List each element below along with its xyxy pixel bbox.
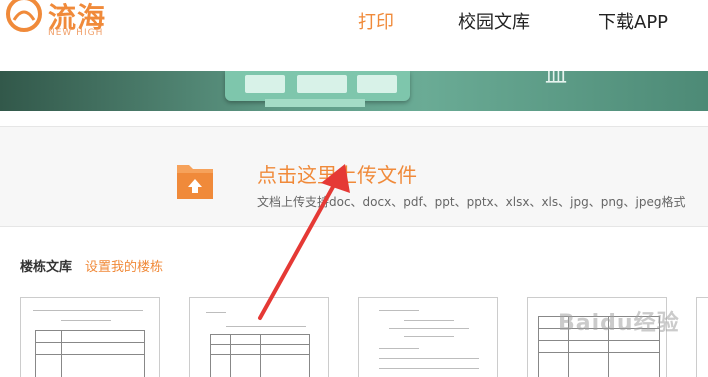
logo-mark-icon (6, 0, 42, 32)
nav-download-app[interactable]: 下载APP (598, 8, 668, 34)
upload-title[interactable]: 点击这里上传文件 (257, 159, 417, 188)
promo-banner[interactable]: 血 (0, 71, 708, 111)
document-thumbnail-3[interactable] (358, 297, 498, 377)
nav-print[interactable]: 打印 (358, 8, 394, 34)
banner-text: 血 (545, 71, 571, 88)
logo[interactable]: 流海 NEW HIGH (0, 0, 110, 44)
upload-dropzone[interactable]: 点击这里上传文件 文档上传支持doc、docx、pdf、ppt、pptx、xls… (0, 126, 708, 227)
banner-printer-illustration (225, 71, 410, 101)
nav-campus-library[interactable]: 校园文库 (458, 8, 530, 34)
document-thumbnail-2[interactable] (189, 297, 329, 377)
logo-subtext: NEW HIGH (48, 28, 104, 38)
document-thumbnail-1[interactable] (20, 297, 160, 377)
library-title: 楼栋文库 (20, 260, 73, 275)
folder-upload-icon (177, 165, 213, 199)
set-my-building-link[interactable]: 设置我的楼栋 (85, 256, 163, 275)
upload-formats: 文档上传支持doc、docx、pdf、ppt、pptx、xlsx、xls、jpg… (257, 195, 686, 209)
baidu-watermark: Baidu经验 (558, 311, 680, 336)
document-thumbnail-6[interactable] (696, 297, 708, 377)
top-header: 流海 NEW HIGH 打印 校园文库 下载APP (0, 0, 708, 44)
